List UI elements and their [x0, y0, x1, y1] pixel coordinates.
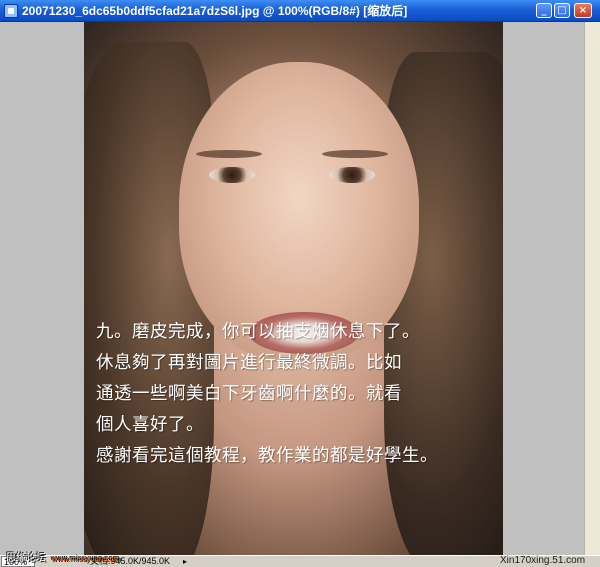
watermark-left-url: www.missyuan.com — [51, 555, 121, 563]
right-eye — [329, 167, 375, 183]
left-eye — [209, 167, 255, 183]
close-button[interactable]: × — [574, 3, 592, 18]
watermark-left: 思缘论坛 www.missyuan.com — [6, 549, 120, 564]
overlay-line-2: 休息夠了再對圖片進行最終微調。比如 — [96, 353, 402, 373]
tutorial-overlay-text: 九。磨皮完成，你可以抽支烟休息下了。 休息夠了再對圖片進行最終微調。比如 通透一… — [96, 317, 496, 472]
vertical-scrollbar[interactable] — [584, 22, 600, 555]
maximize-button[interactable]: □ — [554, 3, 570, 18]
photoshop-document-window: 20071230_6dc65b0ddf5cfad21a7dzS6l.jpg @ … — [0, 0, 600, 567]
left-eyebrow — [196, 150, 262, 158]
title-bar[interactable]: 20071230_6dc65b0ddf5cfad21a7dzS6l.jpg @ … — [0, 0, 600, 22]
overlay-line-5: 感謝看完這個教程，教作業的都是好學生。 — [96, 446, 438, 466]
status-menu-arrow-icon[interactable]: ▸ — [180, 556, 190, 567]
document-icon — [4, 4, 18, 18]
right-eyebrow — [322, 150, 388, 158]
hair-right — [384, 52, 503, 555]
overlay-line-4: 個人喜好了。 — [96, 415, 204, 435]
minimize-button[interactable]: _ — [536, 3, 552, 18]
watermark-left-title: 思缘论坛 — [6, 553, 46, 564]
portrait-photo[interactable] — [84, 22, 503, 555]
watermark-right: Xin170xing.51.com — [500, 555, 586, 566]
window-title: 20071230_6dc65b0ddf5cfad21a7dzS6l.jpg @ … — [22, 4, 408, 18]
overlay-line-1: 九。磨皮完成，你可以抽支烟休息下了。 — [96, 322, 420, 342]
canvas-area[interactable]: 九。磨皮完成，你可以抽支烟休息下了。 休息夠了再對圖片進行最終微調。比如 通透一… — [0, 22, 600, 555]
overlay-line-3: 通透一些啊美白下牙齒啊什麼的。就看 — [96, 384, 402, 404]
